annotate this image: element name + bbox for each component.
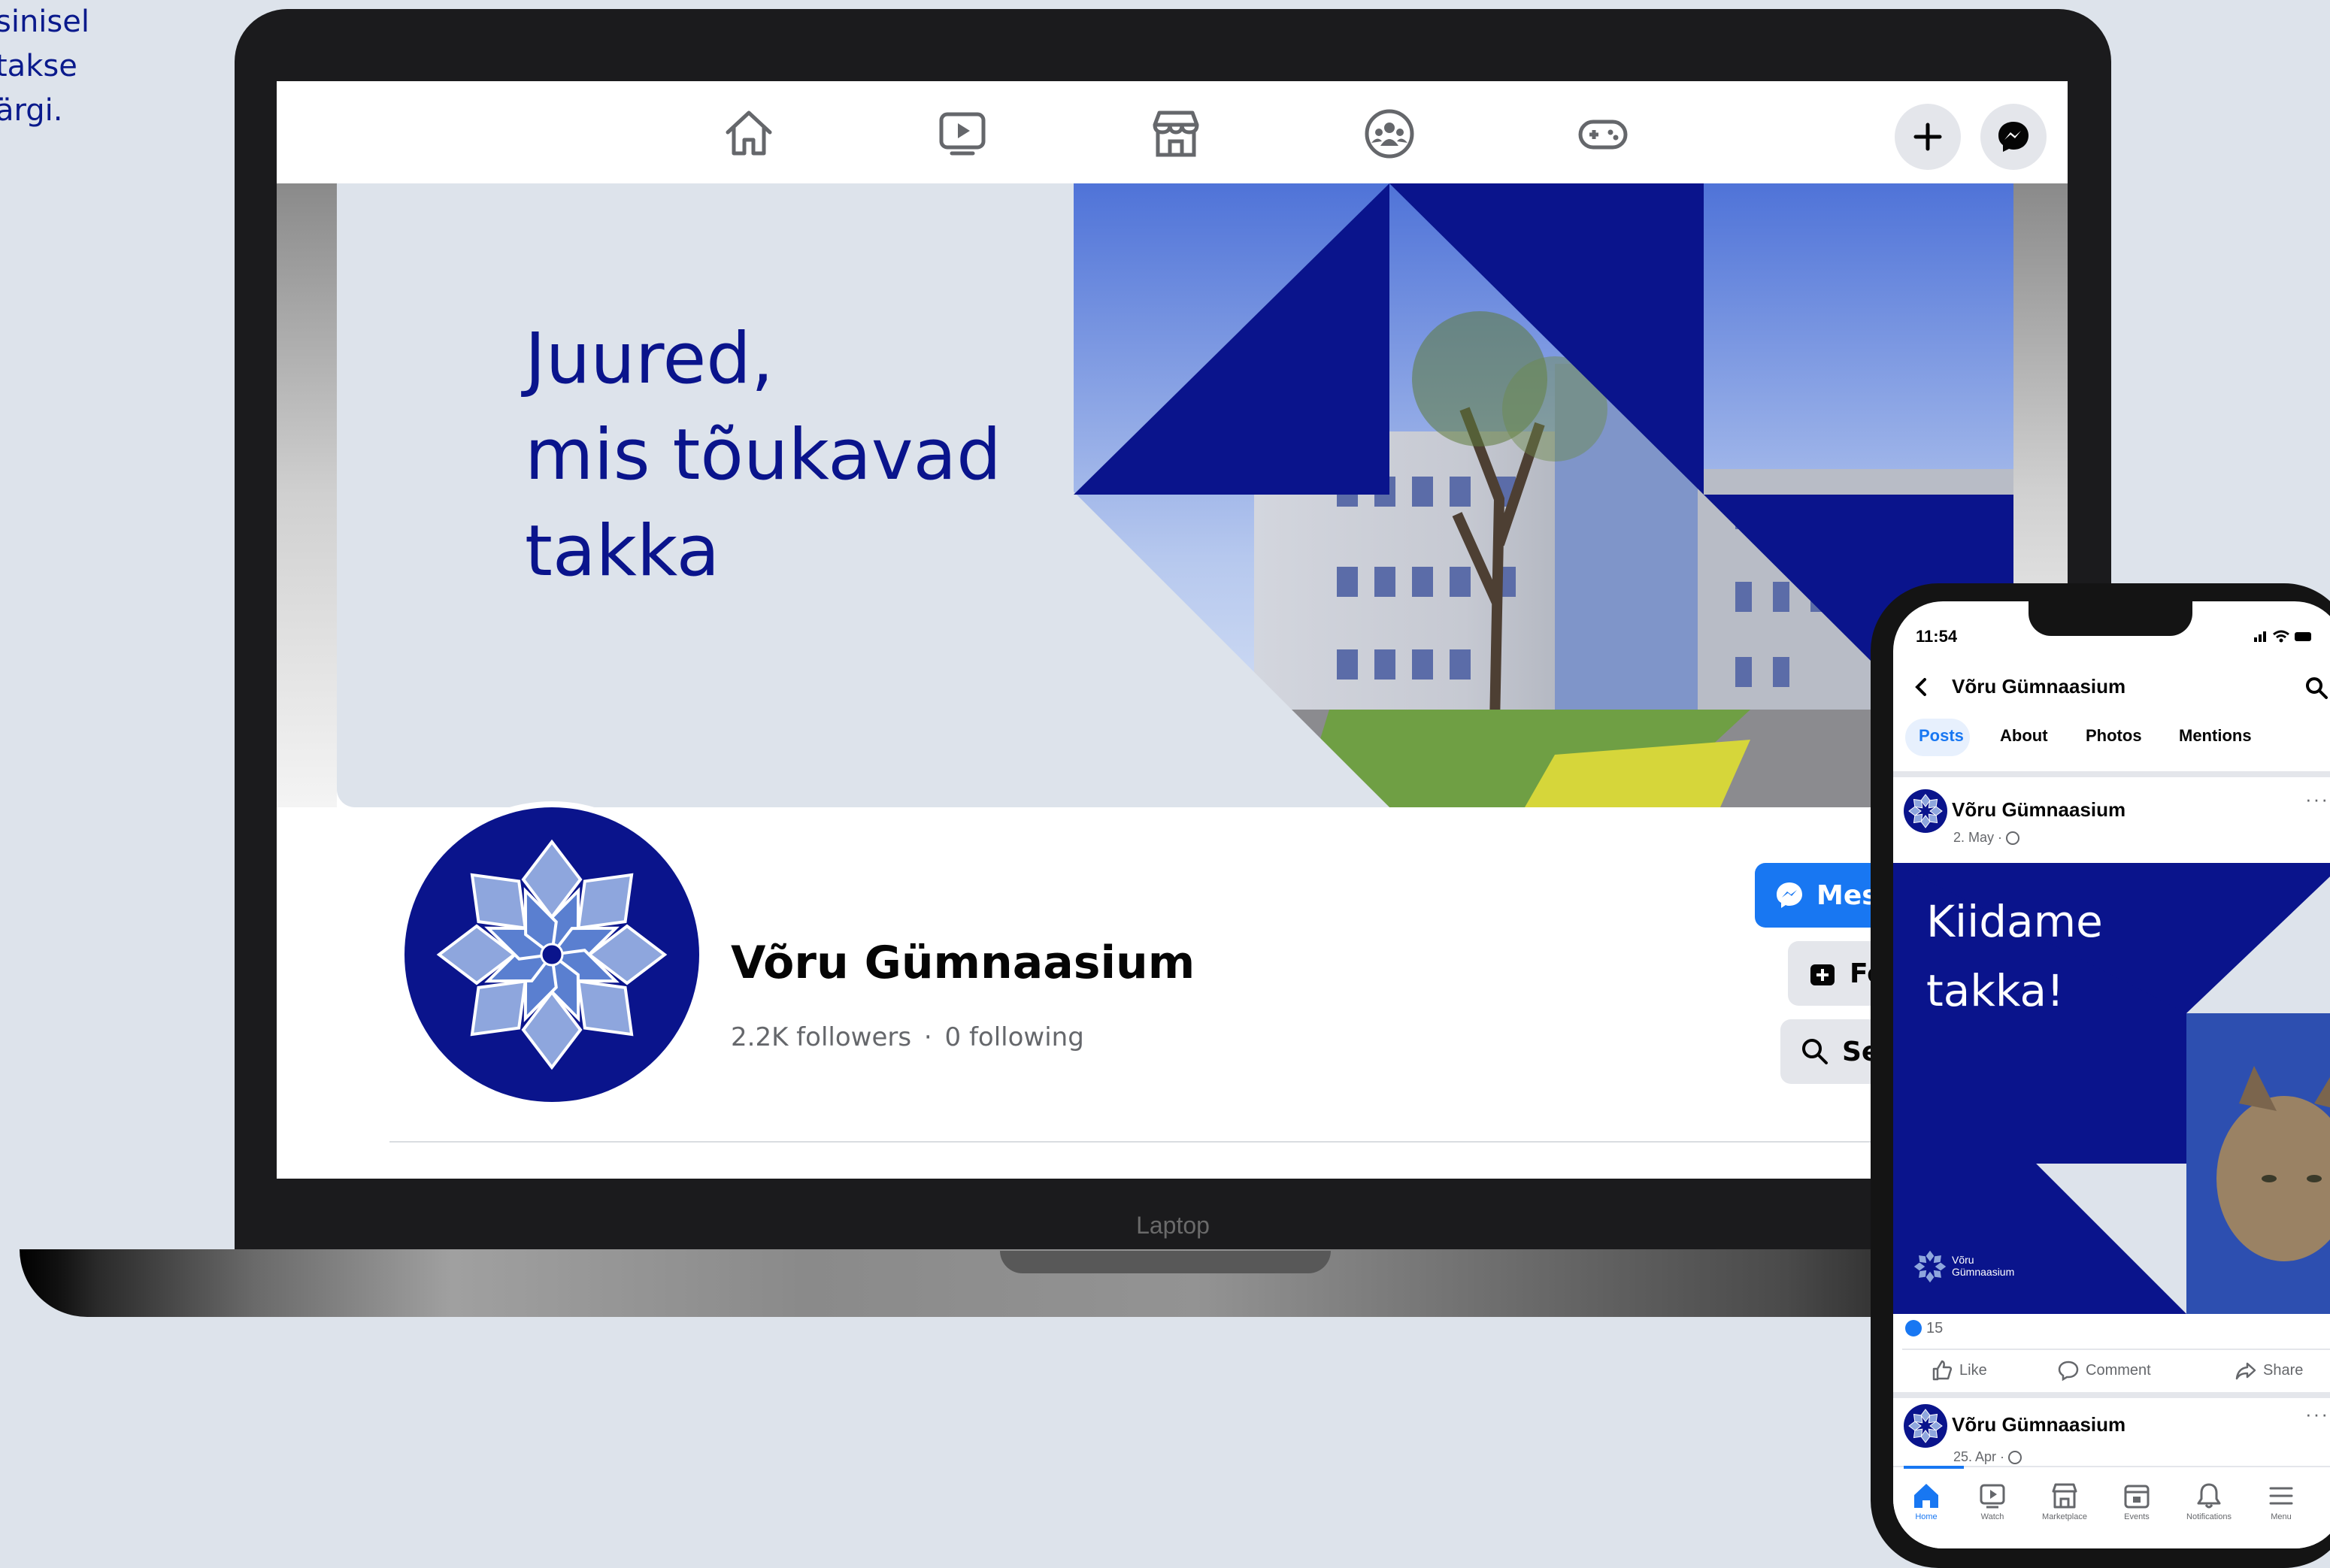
bottom-nav [1893, 1466, 2330, 1548]
star-logo [436, 839, 668, 1070]
laptop-label: Laptop [1136, 1212, 1210, 1239]
nav-events-label: Events [2124, 1512, 2150, 1521]
laptop-screen: Juured, mis tõukavad takka Võru Gümnaasi… [277, 81, 2068, 1179]
status-time: 11:54 [1916, 627, 1958, 646]
cover-headline: Juured, mis tõukavad takka [525, 311, 1001, 600]
post-date-text: 25. Apr · [1953, 1449, 2005, 1464]
back-chevron-icon[interactable] [1910, 674, 1932, 701]
post-author[interactable]: Võru Gümnaasium [1952, 798, 2125, 822]
nav-home-label: Home [1915, 1512, 1938, 1521]
post-image-logo [1913, 1249, 1947, 1284]
more-options-icon[interactable]: ··· [2305, 1403, 2329, 1426]
comment-label: Comment [2086, 1361, 2151, 1379]
post-avatar[interactable] [1904, 789, 1947, 833]
page-name[interactable]: Võru Gümnaasium [731, 937, 1195, 989]
laptop-hinge-notch [1000, 1251, 1331, 1273]
post-image-line: takka! [1926, 965, 2065, 1016]
tab-posts-label: Posts [1919, 726, 1964, 745]
search-icon[interactable] [2304, 675, 2329, 701]
post-author[interactable]: Võru Gümnaasium [1952, 1413, 2125, 1436]
thumbs-up-icon [1932, 1360, 1953, 1381]
share-button[interactable]: Share [2235, 1359, 2303, 1382]
messenger-icon [1777, 882, 1802, 908]
post-date: 25. Apr · [1953, 1449, 2022, 1465]
followers-count[interactable]: 2.2K followers [731, 1022, 911, 1052]
messenger-icon [1998, 122, 2029, 152]
post-image-logo-text: Võru Gümnaasium [1952, 1254, 2014, 1278]
profile-divider [389, 1141, 2006, 1143]
headline-line: takka [525, 510, 720, 592]
plus-icon [1913, 123, 1942, 151]
comment-icon [2058, 1361, 2079, 1382]
home-icon[interactable] [1911, 1481, 1941, 1511]
menu-icon[interactable] [2266, 1481, 2296, 1511]
watch-icon[interactable] [932, 104, 992, 164]
post-separator [1893, 1392, 2330, 1398]
groups-icon[interactable] [1359, 104, 1420, 164]
post-image-line: Kiidame [1926, 896, 2103, 947]
headline-line: Juured, [525, 318, 774, 400]
facebook-top-nav [277, 81, 2068, 185]
nav-menu-label: Menu [2271, 1512, 2292, 1521]
nav-marketplace-label: Marketplace [2042, 1512, 2087, 1521]
profile-avatar[interactable] [398, 801, 705, 1108]
phone-header-title: Võru Gümnaasium [1952, 675, 2126, 698]
nav-watch-label: Watch [1980, 1512, 2004, 1521]
more-options-icon[interactable]: ··· [2305, 788, 2329, 811]
events-icon[interactable] [2122, 1481, 2152, 1511]
post-avatar[interactable] [1904, 1404, 1947, 1448]
logo-text-line: Gümnaasium [1952, 1266, 2015, 1278]
phone-screen: 11:54 Võru Gümnaasium Posts About Photos… [1893, 601, 2330, 1548]
nav-notifications-label: Notifications [2186, 1512, 2232, 1521]
marketplace-icon[interactable] [2050, 1481, 2080, 1511]
actions-separator [1902, 1349, 2330, 1350]
section-separator [1893, 771, 2330, 777]
headline-line: mis tõukavad [525, 414, 1001, 496]
home-icon[interactable] [719, 104, 779, 164]
watch-icon[interactable] [1977, 1481, 2007, 1511]
search-icon [1802, 1039, 1828, 1064]
gaming-icon[interactable] [1573, 104, 1633, 164]
create-button[interactable] [1895, 104, 1961, 170]
post-image-text: Kiidame takka! [1926, 887, 2103, 1025]
share-icon [2235, 1362, 2256, 1380]
messenger-button[interactable] [1980, 104, 2047, 170]
marketplace-icon[interactable] [1146, 104, 1206, 164]
caption-line: sinisel [0, 5, 89, 39]
post-date-text: 2. May · [1953, 830, 2003, 845]
laptop-base [20, 1249, 1982, 1317]
tab-about[interactable]: About [2000, 726, 2048, 746]
phone-notch [2029, 601, 2192, 636]
globe-icon [2006, 831, 2020, 846]
tab-mentions[interactable]: Mentions [2179, 726, 2252, 746]
globe-icon [2008, 1451, 2022, 1465]
stats-separator: · [923, 1022, 932, 1052]
cover-shadow-left [277, 183, 337, 807]
follow-icon [1810, 964, 1835, 985]
active-nav-indicator [1904, 1466, 1964, 1469]
like-label: Like [1959, 1361, 1987, 1379]
comment-button[interactable]: Comment [2057, 1359, 2151, 1382]
post-date: 2. May · [1953, 830, 2020, 846]
tab-photos[interactable]: Photos [2086, 726, 2142, 746]
notifications-icon[interactable] [2194, 1481, 2224, 1511]
side-caption: sinisel takse ärgi. [0, 0, 98, 133]
like-button[interactable]: Like [1931, 1359, 1987, 1382]
caption-line: takse [0, 49, 77, 83]
caption-line: ärgi. [0, 93, 63, 128]
share-label: Share [2263, 1361, 2304, 1379]
status-icons [2254, 630, 2311, 643]
logo-text-line: Võru [1952, 1254, 1974, 1266]
message-button-label: Mes [1816, 879, 1878, 911]
page-stats: 2.2K followers · 0 following [731, 1022, 1084, 1052]
cover-photo[interactable]: Juured, mis tõukavad takka [337, 183, 2013, 807]
reactions-count[interactable]: 15 [1926, 1320, 1943, 1337]
following-count[interactable]: 0 following [945, 1022, 1084, 1052]
like-reaction-icon [1905, 1320, 1922, 1336]
